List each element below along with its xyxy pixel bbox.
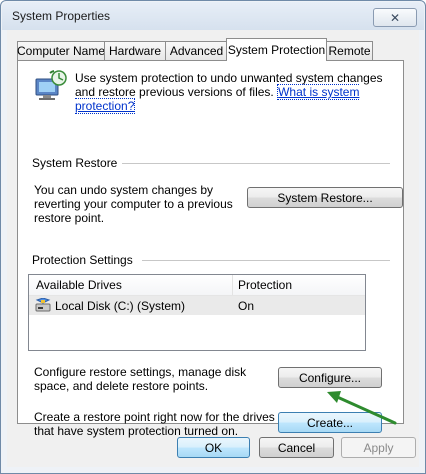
drives-list[interactable]: Available Drives Protection Local Disk (…	[28, 274, 366, 351]
tab-advanced[interactable]: Advanced	[165, 41, 228, 60]
close-button[interactable]: ✕	[373, 8, 417, 27]
annotation-arrow-icon	[327, 391, 397, 425]
tab-computer-name[interactable]: Computer Name	[17, 41, 105, 60]
drive-protection-status: On	[238, 299, 255, 313]
tab-system-protection[interactable]: System Protection	[226, 38, 327, 61]
intro-text-block: Use system protection to undo unwanted s…	[75, 71, 390, 114]
column-separator	[232, 275, 233, 295]
drive-icon	[35, 298, 51, 312]
column-available-drives[interactable]: Available Drives	[36, 278, 122, 292]
column-protection[interactable]: Protection	[238, 278, 292, 292]
system-restore-divider	[122, 163, 390, 164]
tab-remote[interactable]: Remote	[326, 41, 373, 60]
protection-settings-divider	[142, 260, 390, 261]
drive-name: Local Disk (C:) (System)	[55, 299, 186, 313]
system-restore-heading: System Restore	[32, 156, 118, 170]
ok-button[interactable]: OK	[177, 437, 250, 458]
system-protection-panel: Use system protection to undo unwanted s…	[17, 60, 404, 438]
close-icon: ✕	[389, 10, 401, 25]
apply-button[interactable]: Apply	[341, 437, 416, 458]
window-title: System Properties	[12, 9, 111, 23]
create-description: Create a restore point right now for the…	[34, 410, 275, 438]
system-restore-button[interactable]: System Restore...	[247, 187, 403, 208]
drive-row[interactable]: Local Disk (C:) (System) On	[29, 296, 365, 315]
system-protection-icon	[35, 70, 67, 100]
system-properties-window: System Properties ✕ Computer Name Hardwa…	[0, 0, 426, 474]
cancel-button[interactable]: Cancel	[259, 437, 334, 458]
drives-list-header: Available Drives Protection	[29, 275, 365, 296]
configure-description: Configure restore settings, manage disk …	[34, 365, 247, 393]
system-restore-description: You can undo system changes by reverting…	[34, 183, 233, 225]
title-bar[interactable]: System Properties ✕	[2, 2, 424, 30]
tab-hardware[interactable]: Hardware	[104, 41, 166, 60]
protection-settings-heading: Protection Settings	[32, 253, 133, 267]
